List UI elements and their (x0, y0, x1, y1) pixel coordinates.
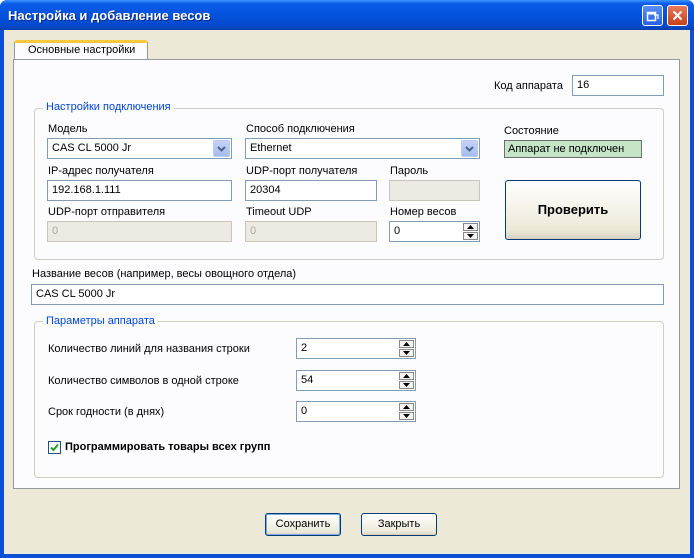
shelf-life-label: Срок годности (в днях) (48, 406, 165, 418)
triangle-down-icon (403, 351, 410, 355)
model-value: CAS CL 5000 Jr (52, 142, 132, 154)
chars-count-label: Количество символов в одной строке (48, 375, 239, 387)
udp-send-input[interactable]: 0 (47, 221, 232, 242)
scale-name-input[interactable]: CAS CL 5000 Jr (31, 284, 664, 305)
triangle-down-icon (403, 383, 410, 387)
tab-label: Основные настройки (28, 44, 136, 56)
program-all-checkbox[interactable] (48, 441, 61, 454)
chevron-down-icon (217, 146, 226, 152)
shelf-life-spin (399, 403, 414, 420)
triangle-up-icon (403, 405, 410, 409)
shelf-life-value: 0 (301, 405, 308, 417)
lines-count-stepper[interactable]: 2 (296, 338, 416, 359)
close-window-button[interactable] (667, 5, 688, 26)
program-all-label[interactable]: Программировать товары всех групп (65, 441, 270, 453)
connection-group-title: Настройки подключения (43, 101, 174, 113)
lines-count-label: Количество линий для названия строки (48, 343, 250, 355)
model-select[interactable]: CAS CL 5000 Jr (47, 138, 232, 159)
triangle-down-icon (403, 414, 410, 418)
restore-button[interactable] (642, 5, 663, 26)
udp-recv-input[interactable]: 20304 (245, 180, 377, 201)
connection-status: Аппарат не подключен (504, 140, 642, 158)
close-button[interactable]: Закрыть (361, 513, 437, 536)
udp-send-label: UDP-порт отправителя (48, 206, 166, 218)
scale-number-spin (463, 223, 478, 240)
udp-recv-label: UDP-порт получателя (246, 165, 358, 177)
shelf-life-stepper[interactable]: 0 (296, 401, 416, 422)
spin-down-button[interactable] (463, 232, 478, 240)
timeout-label: Timeout UDP (246, 206, 312, 218)
title-bar[interactable]: Настройка и добавление весов (0, 0, 694, 30)
spin-up-button[interactable] (463, 223, 478, 231)
password-input[interactable] (389, 180, 480, 201)
triangle-up-icon (403, 342, 410, 346)
password-label: Пароль (390, 165, 429, 177)
method-select[interactable]: Ethernet (245, 138, 480, 159)
device-code-label: Код аппарата (494, 80, 563, 92)
spin-down-button[interactable] (399, 412, 414, 420)
ip-input[interactable]: 192.168.1.111 (47, 180, 232, 201)
save-button[interactable]: Сохранить (265, 513, 341, 536)
chars-count-spin (399, 372, 414, 389)
checkmark-icon (50, 443, 59, 452)
lines-count-value: 2 (301, 342, 308, 354)
scale-name-label: Название весов (например, весы овощного … (32, 268, 297, 280)
state-label: Состояние (504, 125, 559, 137)
tab-main-settings[interactable]: Основные настройки (14, 40, 148, 60)
triangle-up-icon (403, 374, 410, 378)
close-icon (672, 10, 683, 21)
device-code-input[interactable]: 16 (572, 75, 664, 96)
chars-count-value: 54 (301, 374, 314, 386)
triangle-down-icon (467, 234, 474, 238)
spin-up-button[interactable] (399, 403, 414, 411)
spin-up-button[interactable] (399, 340, 414, 348)
model-label: Модель (48, 123, 88, 135)
spin-down-button[interactable] (399, 381, 414, 389)
scale-number-stepper[interactable]: 0 (389, 221, 480, 242)
scale-number-value: 0 (394, 225, 401, 237)
method-label: Способ подключения (246, 123, 355, 135)
method-value: Ethernet (250, 142, 292, 154)
chevron-down-icon (465, 146, 474, 152)
method-dropdown-button[interactable] (461, 140, 478, 157)
scale-number-label: Номер весов (390, 206, 457, 218)
model-dropdown-button[interactable] (213, 140, 230, 157)
chars-count-stepper[interactable]: 54 (296, 370, 416, 391)
window: Настройка и добавление весов Основные на… (0, 0, 694, 558)
spin-up-button[interactable] (399, 372, 414, 380)
timeout-input[interactable]: 0 (245, 221, 377, 242)
device-params-group-title: Параметры аппарата (43, 315, 158, 327)
window-title: Настройка и добавление весов (8, 8, 211, 23)
ip-label: IP-адрес получателя (48, 165, 154, 177)
restore-icon (646, 11, 659, 22)
triangle-up-icon (467, 225, 474, 229)
check-connection-button[interactable]: Проверить (505, 180, 641, 240)
spin-down-button[interactable] (399, 349, 414, 357)
lines-count-spin (399, 340, 414, 357)
